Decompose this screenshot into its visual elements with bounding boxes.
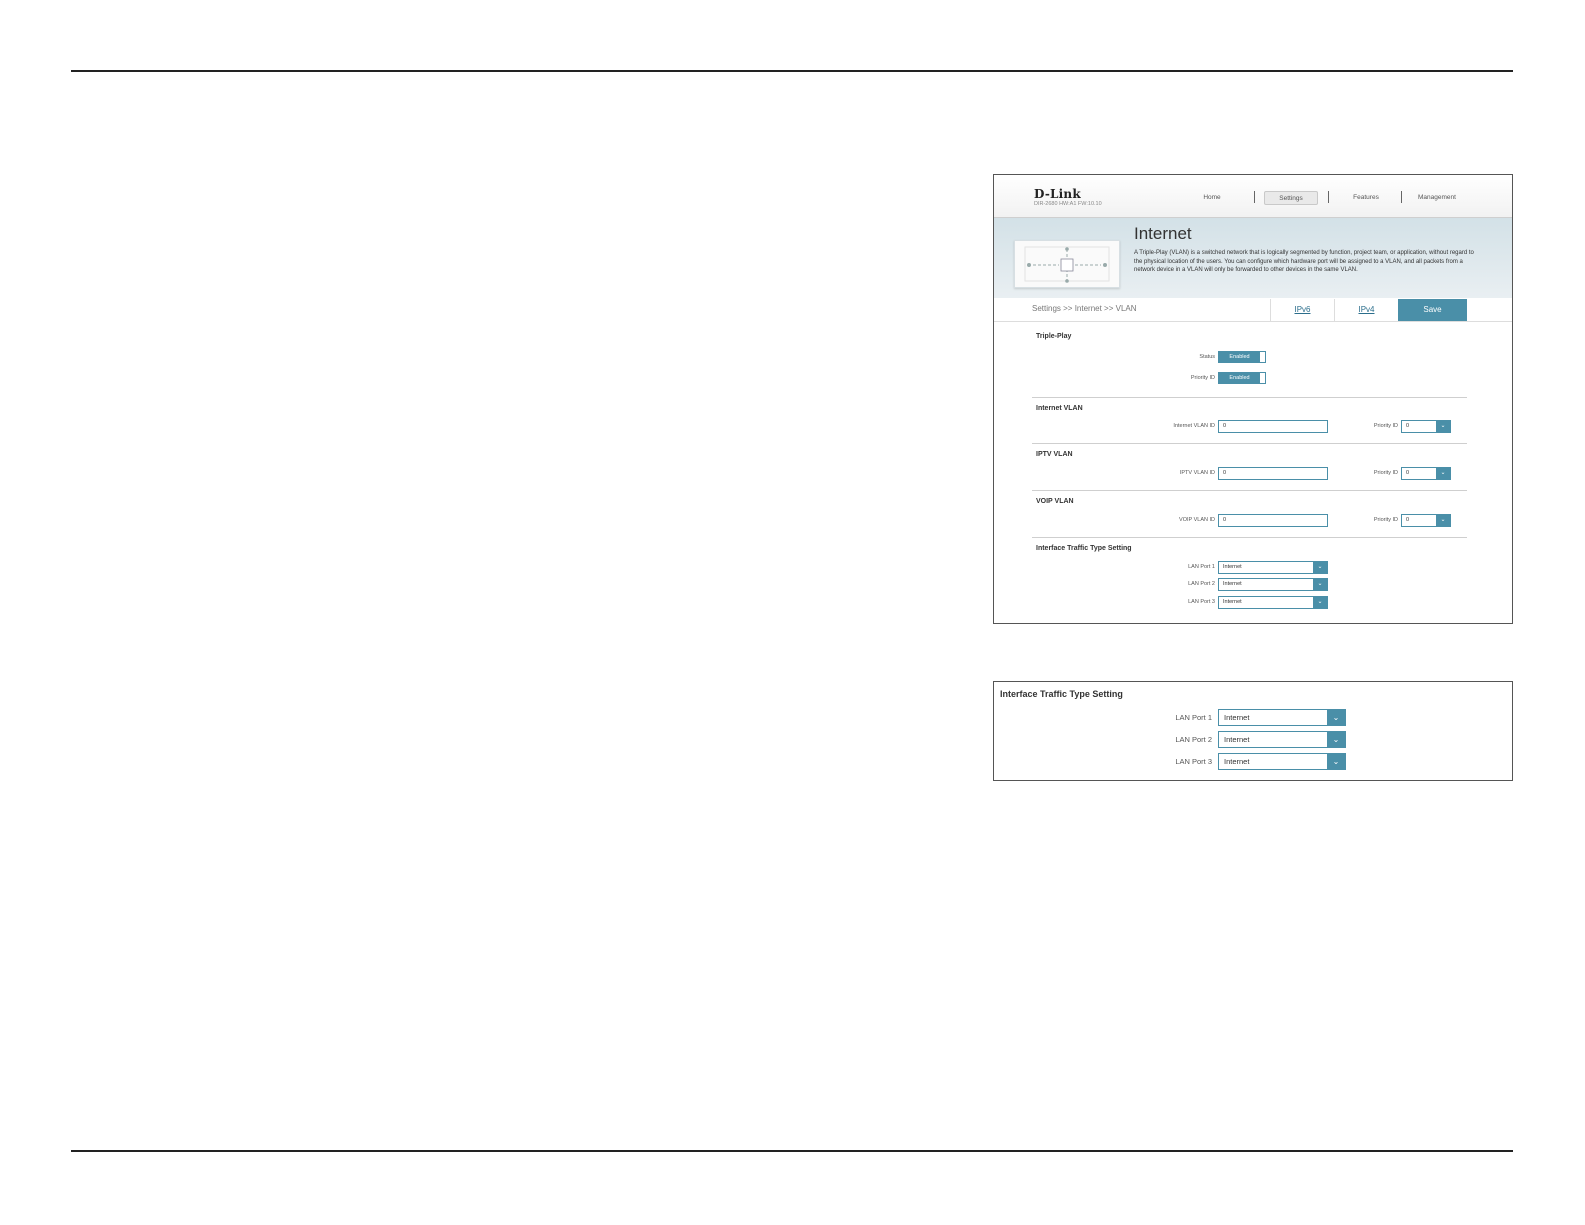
- chevron-down-icon: ⌄: [1313, 579, 1327, 590]
- chevron-down-icon: ⌄: [1436, 421, 1450, 432]
- nav-separator: [1328, 191, 1329, 203]
- voip-priority-id-select[interactable]: 0 ⌄: [1401, 514, 1451, 527]
- router-settings-screenshot: D-Link DIR-2680 HW:A1 FW:10.10 Home Sett…: [993, 174, 1513, 624]
- chevron-down-icon: ⌄: [1436, 515, 1450, 526]
- section-title-iptv-vlan: IPTV VLAN: [1036, 451, 1073, 458]
- bottom-rule: [71, 1150, 1513, 1152]
- breadcrumb-bar: Settings >> Internet >> VLAN IPv6 IPv4 S…: [994, 299, 1512, 322]
- status-toggle[interactable]: Enabled: [1218, 351, 1266, 363]
- internet-priority-id-label: Priority ID: [1373, 423, 1398, 429]
- status-toggle-value: Enabled: [1219, 352, 1260, 362]
- page-description: A Triple-Play (VLAN) is a switched netwo…: [1134, 250, 1474, 273]
- model-info: DIR-2680 HW:A1 FW:10.10: [1034, 201, 1102, 207]
- priority-id-label: Priority ID: [1190, 375, 1215, 381]
- iptv-vlan-id-label: IPTV VLAN ID: [1179, 470, 1215, 476]
- page-header: Internet A Triple-Play (VLAN) is a switc…: [994, 218, 1512, 298]
- lan-port-3-value: Internet: [1224, 757, 1250, 766]
- chevron-down-icon: ⌄: [1436, 468, 1450, 479]
- lan-port-1-value: Internet: [1224, 713, 1250, 722]
- internet-vlan-id-label: Internet VLAN ID: [1173, 423, 1215, 429]
- iptv-priority-id-select[interactable]: 0 ⌄: [1401, 467, 1451, 480]
- tab-ipv6[interactable]: IPv6: [1270, 299, 1334, 321]
- nav-features[interactable]: Features: [1338, 191, 1394, 205]
- voip-vlan-id-input[interactable]: 0: [1218, 514, 1328, 527]
- chevron-down-icon: ⌄: [1327, 754, 1345, 769]
- lan-port-2-value: Internet: [1223, 581, 1242, 587]
- chevron-down-icon: ⌄: [1313, 597, 1327, 608]
- lan-port-3-select[interactable]: Internet ⌄: [1218, 596, 1328, 609]
- nav-separator: [1254, 191, 1255, 203]
- iptv-priority-id-label: Priority ID: [1373, 470, 1398, 476]
- top-navigation-bar: D-Link DIR-2680 HW:A1 FW:10.10 Home Sett…: [994, 175, 1512, 218]
- section-title-internet-vlan: Internet VLAN: [1036, 405, 1083, 412]
- chevron-down-icon: ⌄: [1327, 732, 1345, 747]
- iptv-priority-id-value: 0: [1406, 470, 1410, 476]
- chevron-down-icon: ⌄: [1327, 710, 1345, 725]
- lan-port-2-label: LAN Port 2: [1175, 735, 1212, 744]
- nav-settings[interactable]: Settings: [1264, 191, 1318, 205]
- top-rule: [71, 70, 1513, 72]
- section-divider: [1032, 397, 1467, 398]
- lan-port-1-value: Internet: [1223, 564, 1242, 570]
- voip-priority-id-value: 0: [1406, 517, 1410, 523]
- iptv-vlan-id-input[interactable]: 0: [1218, 467, 1328, 480]
- section-divider: [1032, 537, 1467, 538]
- interface-traffic-zoom-screenshot: Interface Traffic Type Setting LAN Port …: [993, 681, 1513, 781]
- dlink-logo: D-Link: [1034, 187, 1081, 201]
- section-title-voip-vlan: VOIP VLAN: [1036, 498, 1074, 505]
- priority-id-toggle-value: Enabled: [1219, 373, 1260, 383]
- lan-port-2-label: LAN Port 2: [1188, 581, 1215, 587]
- lan-port-3-select[interactable]: Internet ⌄: [1218, 753, 1346, 770]
- chevron-down-icon: ⌄: [1313, 562, 1327, 573]
- priority-id-toggle[interactable]: Enabled: [1218, 372, 1266, 384]
- network-diagram-icon: [1014, 240, 1120, 288]
- nav-management[interactable]: Management: [1408, 191, 1466, 205]
- interface-traffic-title: Interface Traffic Type Setting: [1000, 689, 1123, 699]
- nav-separator: [1401, 191, 1402, 203]
- page-title: Internet: [1134, 224, 1192, 243]
- nav-home[interactable]: Home: [1184, 191, 1240, 205]
- internet-vlan-id-input[interactable]: 0: [1218, 420, 1328, 433]
- voip-vlan-id-label: VOIP VLAN ID: [1179, 517, 1215, 523]
- lan-port-3-label: LAN Port 3: [1175, 757, 1212, 766]
- internet-priority-id-select[interactable]: 0 ⌄: [1401, 420, 1451, 433]
- lan-port-1-label: LAN Port 1: [1188, 564, 1215, 570]
- lan-port-2-select[interactable]: Internet ⌄: [1218, 731, 1346, 748]
- section-title-interface-traffic: Interface Traffic Type Setting: [1036, 545, 1132, 552]
- lan-port-1-label: LAN Port 1: [1175, 713, 1212, 722]
- breadcrumb: Settings >> Internet >> VLAN: [1032, 304, 1137, 313]
- save-button[interactable]: Save: [1398, 299, 1467, 321]
- lan-port-1-select[interactable]: Internet ⌄: [1218, 709, 1346, 726]
- status-label: Status: [1199, 354, 1215, 360]
- lan-port-3-label: LAN Port 3: [1188, 599, 1215, 605]
- tab-ipv4[interactable]: IPv4: [1334, 299, 1398, 321]
- internet-priority-id-value: 0: [1406, 423, 1410, 429]
- lan-port-2-select[interactable]: Internet ⌄: [1218, 578, 1328, 591]
- section-divider: [1032, 443, 1467, 444]
- section-divider: [1032, 490, 1467, 491]
- lan-port-2-value: Internet: [1224, 735, 1250, 744]
- lan-port-1-select[interactable]: Internet ⌄: [1218, 561, 1328, 574]
- lan-port-3-value: Internet: [1223, 599, 1242, 605]
- section-title-triple-play: Triple-Play: [1036, 333, 1072, 340]
- voip-priority-id-label: Priority ID: [1373, 517, 1398, 523]
